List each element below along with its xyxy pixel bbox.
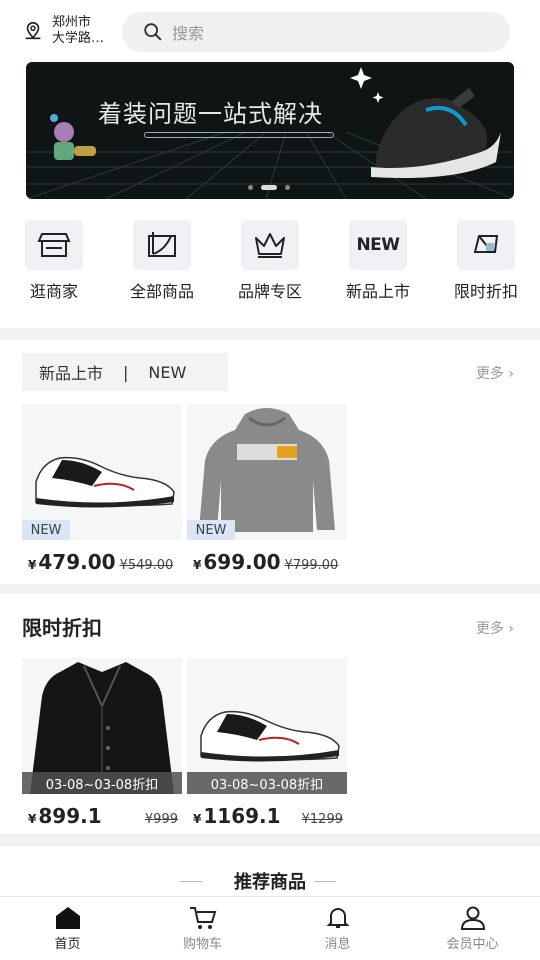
- banner-grid-graphic: [26, 67, 514, 199]
- divider-line: [314, 881, 336, 882]
- bottom-tab-bar: 首页 购物车 消息 会员中心: [0, 896, 540, 960]
- section-title: 推荐商品: [234, 872, 306, 893]
- flash-sale-section: 限时折扣 更多 › 03-08~03-08折扣 ¥ 899.1 ¥999 03-…: [0, 594, 540, 834]
- location-selector[interactable]: 郑州市 大学路…: [22, 15, 122, 47]
- tab-label: 会员中心: [446, 937, 499, 952]
- currency-symbol: ¥: [28, 558, 37, 572]
- carousel-dot-active[interactable]: [261, 185, 277, 190]
- price-row: ¥ 1169.1 ¥1299: [193, 804, 343, 828]
- product-price: 1169.1: [203, 804, 281, 828]
- category-stores[interactable]: 逛商家: [0, 202, 108, 328]
- carousel-indicator: [244, 185, 294, 190]
- category-label: 全部商品: [129, 282, 194, 301]
- category-label: 限时折扣: [453, 282, 518, 301]
- new-badge: NEW: [22, 520, 70, 540]
- category-flash-sale[interactable]: 限时折扣: [432, 202, 540, 328]
- category-label: 逛商家: [29, 282, 78, 301]
- bag-icon: [133, 220, 191, 270]
- promo-banner[interactable]: 着装问题一站式解决: [26, 62, 514, 199]
- search-placeholder: 搜索: [172, 24, 205, 43]
- home-icon: [55, 907, 80, 929]
- product-price: 899.1: [38, 804, 102, 828]
- currency-symbol: ¥: [193, 558, 202, 572]
- banner-title: 着装问题一站式解决: [98, 100, 323, 128]
- new-arrivals-section: 新品上市 | NEW 更多 › NEW ¥ 479.00 ¥549.00 NEW…: [0, 340, 540, 584]
- original-price: ¥1299: [301, 812, 343, 827]
- cart-icon: [189, 907, 216, 929]
- tab-messages[interactable]: 消息: [270, 897, 405, 960]
- location-text: 郑州市 大学路…: [52, 15, 105, 46]
- new-arrivals-en: NEW: [148, 362, 187, 382]
- tag-divider: |: [123, 362, 129, 382]
- banner-section: 着装问题一站式解决: [0, 62, 540, 202]
- product-card[interactable]: 03-08~03-08折扣 ¥ 899.1 ¥999: [22, 658, 182, 828]
- price-row: ¥ 699.00 ¥799.00: [193, 550, 338, 574]
- bell-icon: [326, 908, 349, 928]
- currency-symbol: ¥: [28, 812, 37, 826]
- new-icon-text: NEW: [356, 235, 400, 255]
- section-title: 限时折扣: [22, 616, 102, 640]
- category-brands[interactable]: 品牌专区: [216, 202, 324, 328]
- product-card[interactable]: NEW ¥ 479.00 ¥549.00: [22, 404, 182, 574]
- category-new-arrivals[interactable]: NEW 新品上市: [324, 202, 432, 328]
- crown-icon: [241, 220, 299, 270]
- new-arrivals-tag: 新品上市 | NEW: [22, 353, 228, 391]
- top-bar: 郑州市 大学路… 搜索: [0, 0, 540, 62]
- product-price: 699.00: [203, 550, 281, 574]
- astronaut-graphic: [50, 114, 96, 160]
- tab-home[interactable]: 首页: [0, 897, 135, 960]
- product-card[interactable]: NEW ¥ 699.00 ¥799.00: [187, 404, 347, 574]
- location-icon: [25, 21, 41, 40]
- original-price: ¥999: [144, 812, 178, 827]
- product-image: NEW: [187, 404, 347, 540]
- category-all-products[interactable]: 全部商品: [108, 202, 216, 328]
- product-image: NEW: [22, 404, 182, 540]
- original-price: ¥799.00: [284, 558, 339, 573]
- tab-cart[interactable]: 购物车: [135, 897, 270, 960]
- tab-label: 购物车: [182, 937, 222, 952]
- category-label: 品牌专区: [237, 282, 302, 301]
- product-image: 03-08~03-08折扣: [22, 658, 182, 794]
- new-badge: NEW: [187, 520, 235, 540]
- discount-date: 03-08~03-08折扣: [187, 772, 347, 794]
- category-nav: 逛商家 全部商品 品牌专区 NEW 新品上市 限时折扣: [0, 202, 540, 328]
- shoe-graphic: [371, 88, 501, 178]
- new-icon: NEW: [349, 220, 407, 270]
- tag-icon: [457, 220, 515, 270]
- tab-label: 首页: [54, 937, 81, 952]
- category-label: 新品上市: [345, 282, 410, 301]
- product-card[interactable]: 03-08~03-08折扣 ¥ 1169.1 ¥1299: [187, 658, 347, 828]
- store-icon: [25, 220, 83, 270]
- carousel-dot[interactable]: [285, 185, 290, 190]
- product-image: 03-08~03-08折扣: [187, 658, 347, 794]
- tab-member-center[interactable]: 会员中心: [405, 897, 540, 960]
- original-price: ¥549.00: [119, 558, 174, 573]
- banner-progress-bar: [144, 132, 334, 138]
- recommend-section: 推荐商品: [0, 846, 540, 898]
- more-link-discount[interactable]: 更多 ›: [476, 618, 514, 638]
- search-icon: [144, 23, 162, 41]
- product-price: 479.00: [38, 550, 116, 574]
- discount-date: 03-08~03-08折扣: [22, 772, 182, 794]
- currency-symbol: ¥: [193, 812, 202, 826]
- price-row: ¥ 479.00 ¥549.00: [28, 550, 173, 574]
- user-icon: [460, 906, 485, 930]
- tab-label: 消息: [324, 937, 351, 952]
- new-arrivals-label: 新品上市: [39, 364, 104, 383]
- search-bar[interactable]: 搜索: [122, 12, 510, 52]
- more-link-new[interactable]: 更多 ›: [476, 363, 514, 383]
- carousel-dot[interactable]: [248, 185, 253, 190]
- price-row: ¥ 899.1 ¥999: [28, 804, 178, 828]
